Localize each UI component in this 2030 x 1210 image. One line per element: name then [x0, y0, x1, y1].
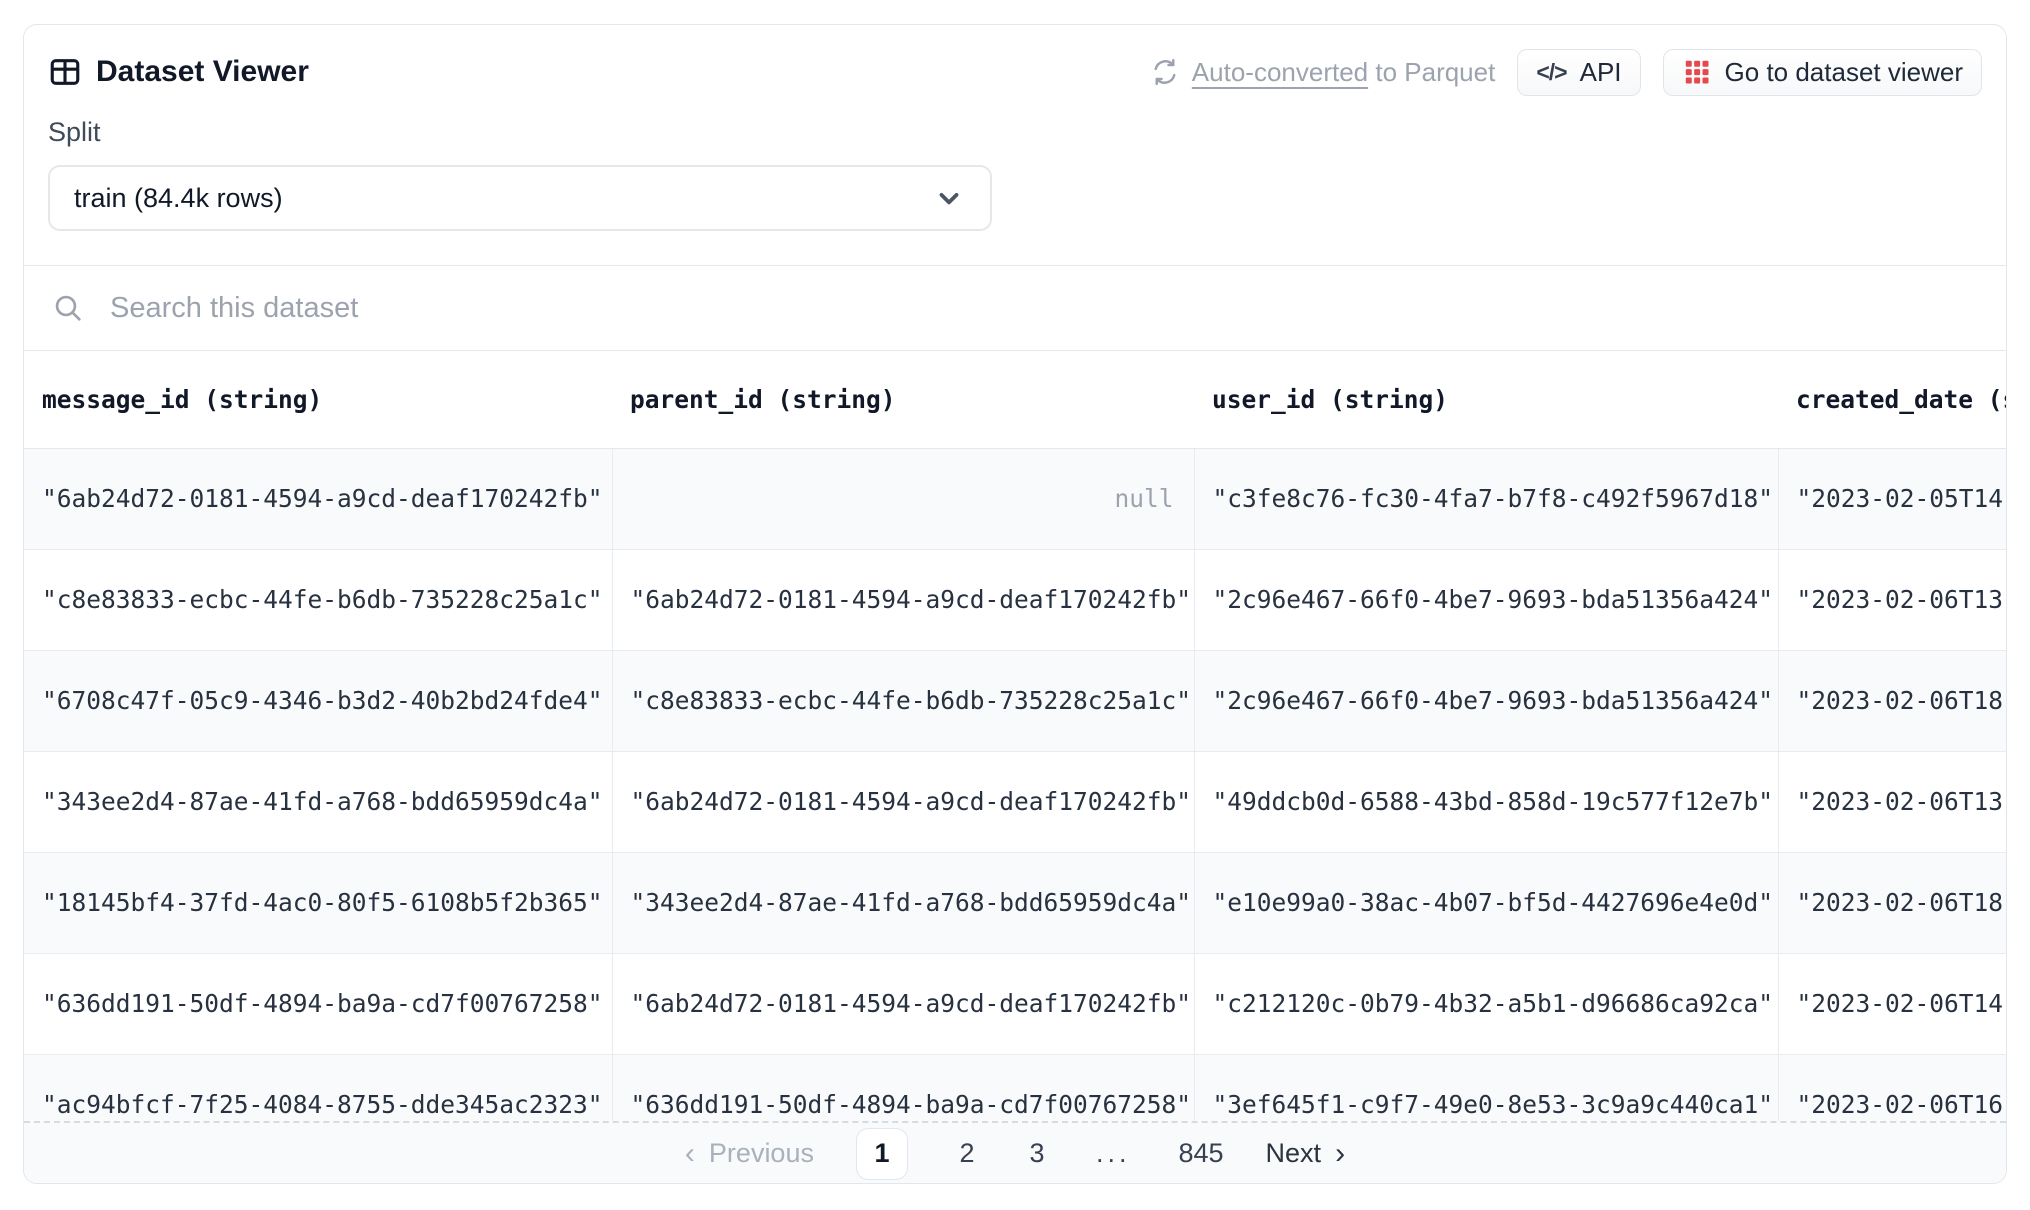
- data-table: message_id (string) parent_id (string) u…: [24, 351, 2006, 1121]
- table-row: "c8e83833-ecbc-44fe-b6db-735228c25a1c""6…: [24, 549, 2006, 650]
- previous-label: Previous: [709, 1138, 814, 1169]
- table-cell: "2023-02-06T18:5: [1778, 852, 2006, 953]
- grid-icon: [1682, 57, 1712, 87]
- dataset-viewer-card: Dataset Viewer Auto-converted to Parquet…: [23, 24, 2007, 1184]
- column-header-created-date: created_date (string): [1778, 351, 2006, 448]
- pagination: ‹ Previous 1 2 3... 845 Next ›: [24, 1121, 2006, 1184]
- table-cell: "c8e83833-ecbc-44fe-b6db-735228c25a1c": [612, 650, 1194, 751]
- table-cell: "636dd191-50df-4894-ba9a-cd7f00767258": [612, 1054, 1194, 1121]
- table-cell: "ac94bfcf-7f25-4084-8755-dde345ac2323": [24, 1054, 612, 1121]
- table-icon: [48, 55, 82, 89]
- table-row: "343ee2d4-87ae-41fd-a768-bdd65959dc4a""6…: [24, 751, 2006, 852]
- table-cell: "2023-02-06T14:2: [1778, 953, 2006, 1054]
- page-button-845[interactable]: 845: [1178, 1138, 1223, 1169]
- page-list: 1 2 3... 845: [856, 1128, 1224, 1180]
- api-button[interactable]: </> API: [1517, 49, 1640, 96]
- page-button-2[interactable]: 2: [956, 1138, 978, 1169]
- sync-icon: [1150, 57, 1180, 87]
- table-cell: "2023-02-06T13:3: [1778, 751, 2006, 852]
- search-icon: [52, 292, 84, 324]
- previous-button[interactable]: ‹ Previous: [685, 1138, 814, 1169]
- table-cell: "c3fe8c76-fc30-4fa7-b7f8-c492f5967d18": [1194, 448, 1778, 549]
- table-cell: "2023-02-05T14:2: [1778, 448, 2006, 549]
- page-title-group: Dataset Viewer: [48, 55, 309, 89]
- split-select-value: train (84.4k rows): [74, 183, 283, 214]
- table-cell: "6708c47f-05c9-4346-b3d2-40b2bd24fde4": [24, 650, 612, 751]
- table-cell: "2023-02-06T16:4: [1778, 1054, 2006, 1121]
- table-cell: "6ab24d72-0181-4594-a9cd-deaf170242fb": [612, 549, 1194, 650]
- search-bar: [24, 266, 2006, 351]
- column-header-parent-id: parent_id (string): [612, 351, 1194, 448]
- table-cell: "343ee2d4-87ae-41fd-a768-bdd65959dc4a": [24, 751, 612, 852]
- column-header-user-id: user_id (string): [1194, 351, 1778, 448]
- table-cell: "49ddcb0d-6588-43bd-858d-19c577f12e7b": [1194, 751, 1778, 852]
- table-cell: "3ef645f1-c9f7-49e0-8e53-3c9a9c440ca1": [1194, 1054, 1778, 1121]
- table-cell: "636dd191-50df-4894-ba9a-cd7f00767258": [24, 953, 612, 1054]
- table-header-row: message_id (string) parent_id (string) u…: [24, 351, 2006, 448]
- auto-converted-note: Auto-converted to Parquet: [1150, 57, 1496, 88]
- split-select[interactable]: train (84.4k rows): [48, 165, 992, 231]
- code-icon: </>: [1536, 59, 1566, 86]
- chevron-right-icon: ›: [1335, 1139, 1345, 1169]
- page-button-1[interactable]: 1: [856, 1128, 908, 1180]
- table-row: "ac94bfcf-7f25-4084-8755-dde345ac2323""6…: [24, 1054, 2006, 1121]
- table-cell: "2023-02-06T18:4: [1778, 650, 2006, 751]
- table-cell: "343ee2d4-87ae-41fd-a768-bdd65959dc4a": [612, 852, 1194, 953]
- table-row: "6708c47f-05c9-4346-b3d2-40b2bd24fde4""c…: [24, 650, 2006, 751]
- table-cell: "6ab24d72-0181-4594-a9cd-deaf170242fb": [24, 448, 612, 549]
- chevron-left-icon: ‹: [685, 1139, 695, 1169]
- table-cell: "6ab24d72-0181-4594-a9cd-deaf170242fb": [612, 751, 1194, 852]
- page-button-3[interactable]: 3: [1026, 1138, 1048, 1169]
- table-row: "6ab24d72-0181-4594-a9cd-deaf170242fb"nu…: [24, 448, 2006, 549]
- page-ellipsis: ...: [1096, 1138, 1131, 1169]
- column-header-message-id: message_id (string): [24, 351, 612, 448]
- table-cell: null: [612, 448, 1194, 549]
- table-cell: "e10e99a0-38ac-4b07-bf5d-4427696e4e0d": [1194, 852, 1778, 953]
- split-label: Split: [48, 117, 1982, 151]
- table-cell: "c8e83833-ecbc-44fe-b6db-735228c25a1c": [24, 549, 612, 650]
- goto-dataset-viewer-button[interactable]: Go to dataset viewer: [1663, 49, 1982, 96]
- next-label: Next: [1266, 1138, 1322, 1169]
- table-cell: "6ab24d72-0181-4594-a9cd-deaf170242fb": [612, 953, 1194, 1054]
- table-row: "18145bf4-37fd-4ac0-80f5-6108b5f2b365""3…: [24, 852, 2006, 953]
- goto-button-label: Go to dataset viewer: [1725, 57, 1963, 88]
- next-button[interactable]: Next ›: [1266, 1138, 1346, 1169]
- auto-converted-label: Auto-converted to Parquet: [1192, 57, 1496, 88]
- table-row: "636dd191-50df-4894-ba9a-cd7f00767258""6…: [24, 953, 2006, 1054]
- chevron-down-icon: [934, 183, 964, 213]
- table-cell: "c212120c-0b79-4b32-a5b1-d96686ca92ca": [1194, 953, 1778, 1054]
- table-cell: "2c96e467-66f0-4be7-9693-bda51356a424": [1194, 549, 1778, 650]
- api-button-label: API: [1580, 57, 1622, 88]
- table-cell: "2023-02-06T13:5: [1778, 549, 2006, 650]
- table-cell: "18145bf4-37fd-4ac0-80f5-6108b5f2b365": [24, 852, 612, 953]
- page-title: Dataset Viewer: [96, 55, 309, 89]
- search-input[interactable]: [108, 291, 2006, 326]
- table-cell: "2c96e467-66f0-4be7-9693-bda51356a424": [1194, 650, 1778, 751]
- table-body: "6ab24d72-0181-4594-a9cd-deaf170242fb"nu…: [24, 448, 2006, 1121]
- card-header: Dataset Viewer Auto-converted to Parquet…: [24, 25, 2006, 266]
